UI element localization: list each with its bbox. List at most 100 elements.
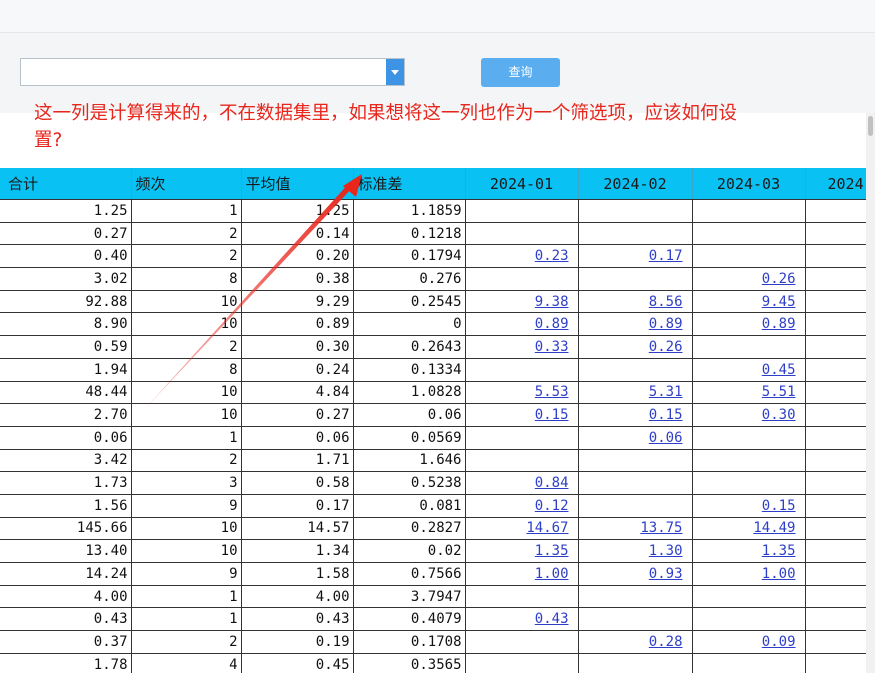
table-cell [805,653,866,673]
cell-link[interactable]: 14.49 [753,520,795,536]
cell-link[interactable]: 8.56 [649,294,683,310]
cell-link[interactable]: 0.15 [535,407,569,423]
table-cell [692,585,806,609]
table-cell: 0.58 [241,471,354,495]
cell-link[interactable]: 5.53 [535,384,569,400]
table-cell [805,539,866,563]
table-cell: 5.31 [578,381,693,405]
table-cell: 13.40 [0,539,132,563]
cell-link[interactable]: 0.84 [535,475,569,491]
header-std-dev[interactable]: 标准差 [353,168,466,200]
table-cell: 9.38 [465,290,579,314]
filter-dropdown[interactable] [20,58,405,86]
cell-link[interactable]: 14.67 [526,520,568,536]
table-cell: 14.49 [692,517,806,541]
table-cell: 0.02 [353,539,466,563]
header-average[interactable]: 平均值 [241,168,354,200]
table-cell: 5.53 [465,381,579,405]
annotation-question-line1: 这一列是计算得来的，不在数据集里，如果想将这一列也作为一个筛选项，应该如何设 [34,103,738,124]
cell-link[interactable]: 9.45 [762,294,796,310]
cell-link[interactable]: 0.33 [535,339,569,355]
table-cell [692,199,806,223]
cell-link[interactable]: 0.30 [762,407,796,423]
table-cell [805,267,866,291]
table-cell: 0.06 [353,403,466,427]
table-cell [692,653,806,673]
table-cell: 0.06 [0,426,132,450]
table-row: 48.44 10 4.84 1.0828 5.53 5.31 5.51 [0,381,866,405]
table-cell: 0.276 [353,267,466,291]
query-button[interactable]: 查询 [481,58,560,87]
table-cell: 0.15 [465,403,579,427]
cell-link[interactable]: 1.35 [762,543,796,559]
header-2024-03[interactable]: 2024-03 [692,168,806,200]
table-cell [692,607,806,632]
table-cell: 1.78 [0,653,132,673]
table-row: 92.88 10 9.29 0.2545 9.38 8.56 9.45 [0,290,866,314]
table-row: 1.73 3 0.58 0.5238 0.84 [0,471,866,495]
table-cell: 0.1334 [353,358,466,382]
header-total[interactable]: 合计 [0,168,132,200]
cell-link[interactable]: 0.12 [535,498,569,514]
table-cell: 0.89 [692,312,806,337]
cell-link[interactable]: 0.93 [649,566,683,582]
table-cell: 0.1218 [353,222,466,246]
cell-link[interactable]: 1.30 [649,543,683,559]
cell-link[interactable]: 0.06 [649,430,683,446]
table-cell [805,199,866,223]
cell-link[interactable]: 0.17 [649,248,683,264]
chevron-down-icon[interactable] [386,59,404,85]
cell-link[interactable]: 1.35 [535,543,569,559]
cell-link[interactable]: 0.26 [649,339,683,355]
table-cell: 10 [131,381,242,405]
table-cell: 1.00 [465,562,579,586]
cell-link[interactable]: 0.09 [762,634,796,650]
table-cell: 0.43 [0,607,132,632]
table-cell: 3 [131,471,242,495]
cell-link[interactable]: 0.23 [535,248,569,264]
cell-link[interactable]: 1.00 [535,566,569,582]
table-cell: 9 [131,494,242,518]
scrollbar-thumb[interactable] [868,116,873,136]
top-toolbar-strip [0,0,875,33]
table-cell: 0.26 [692,267,806,291]
table-cell: 1.58 [241,562,354,586]
table-cell [805,426,866,450]
table-row: 0.37 2 0.19 0.1708 0.28 0.09 [0,630,866,654]
cell-link[interactable]: 0.28 [649,634,683,650]
cell-link[interactable]: 1.00 [762,566,796,582]
table-cell: 0.06 [241,426,354,450]
cell-link[interactable]: 0.45 [762,362,796,378]
table-cell: 1.34 [241,539,354,563]
cell-link[interactable]: 5.51 [762,384,796,400]
header-frequency[interactable]: 频次 [131,168,242,200]
table-cell: 0 [353,312,466,337]
header-2024-01[interactable]: 2024-01 [465,168,579,200]
cell-link[interactable]: 0.89 [535,316,569,332]
table-cell: 0.2545 [353,290,466,314]
table-cell: 14.57 [241,517,354,541]
table-cell: 0.43 [241,607,354,632]
table-row: 1.25 1 1.25 1.1859 [0,199,866,223]
vertical-scrollbar[interactable] [866,113,875,673]
cell-link[interactable]: 13.75 [640,520,682,536]
cell-link[interactable]: 9.38 [535,294,569,310]
table-cell: 1.00 [692,562,806,586]
table-cell: 3.7947 [353,585,466,609]
cell-link[interactable]: 0.43 [535,611,569,627]
table-cell [578,494,693,518]
header-2024-next[interactable]: 2024 [805,168,866,200]
table-cell [578,267,693,291]
table-row: 3.42 2 1.71 1.646 [0,449,866,473]
cell-link[interactable]: 5.31 [649,384,683,400]
table-cell: 0.1794 [353,244,466,269]
cell-link[interactable]: 0.26 [762,271,796,287]
cell-link[interactable]: 0.89 [762,316,796,332]
table-cell [465,199,579,223]
header-2024-02[interactable]: 2024-02 [578,168,693,200]
cell-link[interactable]: 0.15 [649,407,683,423]
table-cell: 0.59 [0,335,132,359]
cell-link[interactable]: 0.15 [762,498,796,514]
cell-link[interactable]: 0.89 [649,316,683,332]
table-cell [692,335,806,359]
